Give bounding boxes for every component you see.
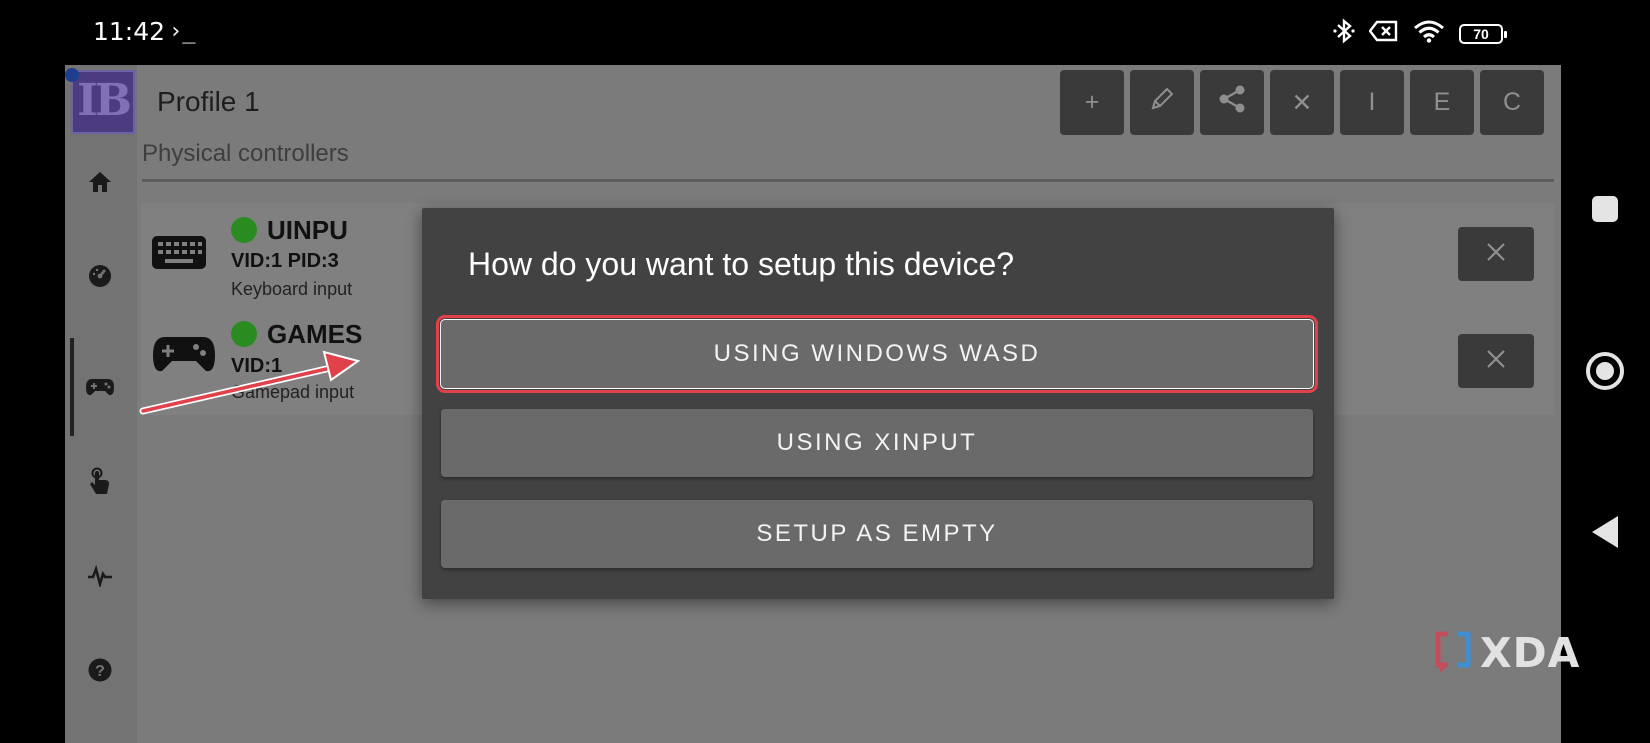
edit-button[interactable] [1130,70,1194,135]
wifi-icon [1413,19,1445,48]
xda-logo-icon [1435,631,1471,673]
annotation-arrow-icon [139,350,361,415]
share-button[interactable] [1200,70,1264,135]
xda-watermark: XDA [1434,629,1588,679]
import-letter: I [1368,88,1376,116]
recents-button[interactable] [1592,196,1618,222]
plus-icon: + [1084,88,1100,116]
pencil-icon [1149,86,1175,119]
help-icon[interactable]: ? [81,651,119,689]
close-icon [1486,349,1506,374]
back-button[interactable] [1592,516,1618,548]
copy-button[interactable]: C [1480,70,1544,135]
home-button[interactable] [1586,352,1624,390]
bluetooth-icon [1333,18,1355,49]
setup-dialog: How do you want to setup this device? US… [422,208,1334,599]
close-icon: ✕ [1291,88,1313,117]
remove-device-button[interactable] [1458,227,1534,281]
copy-letter: C [1502,88,1522,116]
close-icon [1486,242,1506,267]
using-xinput-button[interactable]: USING XINPUT [441,409,1313,477]
watermark-text: XDA [1480,629,1581,677]
battery-icon: 70 [1459,23,1507,44]
status-icons: 70 [1333,18,1507,49]
setup-as-empty-button[interactable]: SETUP AS EMPTY [441,500,1313,568]
remove-device-button[interactable] [1458,334,1534,388]
add-button[interactable]: + [1060,70,1124,135]
export-letter: E [1433,88,1451,116]
device-screen: 11:42 ›_ 70 IB ? Profile 1 + ✕ I E C Phy… [65,0,1561,743]
no-sim-icon [1368,20,1399,47]
toolbar: + ✕ I E C [1060,70,1544,135]
import-button[interactable]: I [1340,70,1404,135]
delete-profile-button[interactable]: ✕ [1270,70,1334,135]
export-button[interactable]: E [1410,70,1474,135]
using-windows-wasd-button[interactable]: USING WINDOWS WASD [436,315,1318,393]
activity-icon[interactable] [81,557,119,595]
svg-text:?: ? [95,663,105,680]
dialog-title: How do you want to setup this device? [468,246,1015,282]
share-icon [1217,84,1247,121]
touch-icon[interactable] [81,463,119,501]
